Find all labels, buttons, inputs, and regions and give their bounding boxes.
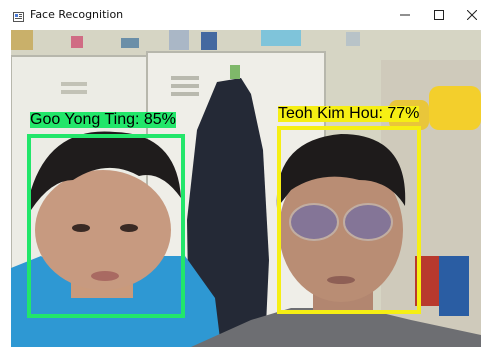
shelf-item (121, 38, 139, 48)
blue-item (439, 256, 469, 316)
minimize-button[interactable] (388, 0, 422, 30)
shelf-item (201, 32, 217, 50)
face-detection-label: Goo Yong Ting: 85% (30, 111, 176, 128)
yellow-bag (429, 86, 481, 130)
shelf-item (346, 32, 360, 46)
shelf-item (169, 30, 189, 50)
camera-feed: Goo Yong Ting: 85% Teoh Kim Hou: 77% (11, 30, 481, 347)
locker-vent (61, 90, 87, 94)
jacket-hook (230, 65, 240, 79)
window-titlebar[interactable]: Face Recognition (0, 0, 481, 30)
locker-vent (61, 82, 87, 86)
maximize-button[interactable] (422, 0, 456, 30)
app-icon (13, 9, 24, 22)
shelf-item (71, 36, 83, 48)
face-detection-label: Teoh Kim Hou: 77% (278, 105, 420, 122)
face-detection-box (277, 126, 421, 314)
face-detection-box (27, 134, 185, 318)
locker-vent (171, 76, 199, 80)
locker-vent (171, 92, 199, 96)
close-button[interactable] (455, 0, 481, 30)
window-title: Face Recognition (30, 8, 124, 21)
locker-vent (171, 84, 199, 88)
shelf-item (11, 30, 33, 50)
shelf-item (261, 30, 301, 46)
